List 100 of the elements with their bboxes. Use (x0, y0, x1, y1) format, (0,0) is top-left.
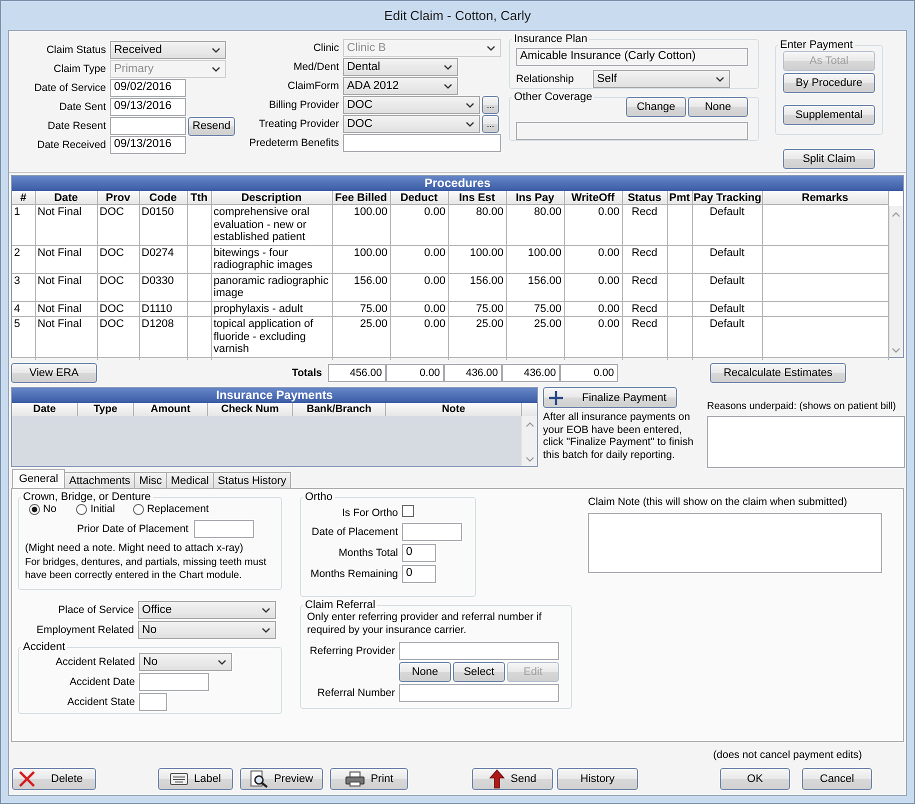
table-cell: 1 (14, 206, 20, 218)
table-cell: prophylaxis - adult (214, 302, 303, 314)
note-text: (Might need a note. Might need to attach x-ray) (25, 542, 244, 554)
group-title: Enter Payment (779, 39, 854, 51)
text-field[interactable]: 09/02/2016 (110, 79, 186, 97)
table-cell: 0.00 (424, 274, 446, 286)
total-field: 436.00 (502, 364, 560, 382)
referring-provider-field[interactable] (399, 642, 559, 660)
column-header[interactable]: # (12, 191, 35, 204)
resend-button[interactable]: Resend (188, 116, 235, 136)
table-cell: 80.00 (534, 206, 562, 218)
tab[interactable]: Status History (212, 472, 292, 488)
column-header[interactable]: Tth (187, 191, 211, 204)
tab[interactable]: General (12, 469, 66, 488)
date-field[interactable] (194, 520, 254, 538)
text-field[interactable] (402, 523, 462, 541)
column-header[interactable]: Pmt (667, 191, 692, 204)
dropdown[interactable]: DOC (343, 115, 480, 133)
browse-button[interactable]: ... (482, 96, 499, 114)
reasons-text-area[interactable] (707, 416, 905, 468)
footer-button[interactable]: Delete (12, 768, 96, 790)
table-cell: 0.00 (424, 206, 446, 218)
column-header[interactable]: Fee Billed (332, 191, 390, 204)
radio-button[interactable] (29, 504, 40, 514)
column-header[interactable]: Prov (97, 191, 139, 204)
radio-button[interactable] (76, 504, 88, 514)
table-cell: DOC (100, 246, 124, 258)
state-field[interactable] (139, 693, 167, 711)
recalculate-button[interactable]: Recalculate Estimates (710, 363, 846, 383)
referral-button[interactable]: None (399, 662, 451, 682)
payment-button[interactable]: By Procedure (783, 73, 875, 93)
option-label: No (43, 503, 56, 515)
text-field[interactable]: 09/13/2016 (110, 98, 186, 116)
table-cell: Not Final (38, 302, 82, 314)
table-cell: 100.00 (354, 206, 388, 218)
coverage-button[interactable]: Change (626, 97, 686, 117)
tab[interactable]: Medical (166, 472, 214, 488)
column-header[interactable]: Deduct (390, 191, 448, 204)
coverage-button[interactable]: None (688, 97, 748, 117)
option-label: Replacement (146, 503, 209, 515)
column-header[interactable]: Ins Pay (506, 191, 564, 204)
x-icon (17, 769, 37, 789)
column-header[interactable]: Status (622, 191, 667, 204)
dropdown[interactable]: No (139, 653, 232, 671)
chevron-down-icon (218, 660, 226, 664)
field-label: Billing Provider (268, 99, 340, 111)
split-claim-button[interactable]: Split Claim (783, 149, 875, 169)
table-cell: Default (710, 302, 744, 314)
footer-button[interactable]: Send (472, 768, 553, 790)
field-label: Med/Dent (292, 61, 340, 73)
view-era-button[interactable]: View ERA (11, 363, 97, 383)
dropdown[interactable]: No (138, 621, 276, 639)
scrollbar[interactable] (888, 206, 903, 357)
text-field[interactable]: 09/13/2016 (110, 136, 186, 154)
column-header[interactable]: WriteOff (564, 191, 622, 204)
table-cell: Not Final (38, 206, 82, 218)
table-cell: 0.00 (598, 246, 620, 258)
footer-button[interactable]: Print (330, 768, 408, 790)
text-field[interactable] (343, 134, 501, 152)
table-cell: 156.00 (528, 274, 562, 286)
field-label: ClaimForm (286, 80, 340, 92)
finalize-payment-button[interactable]: Finalize Payment (543, 387, 677, 408)
payment-button[interactable]: Supplemental (783, 105, 875, 125)
date-field[interactable] (139, 673, 209, 691)
column-header[interactable]: Ins Est (448, 191, 506, 204)
column-header[interactable]: Pay Tracking (692, 191, 762, 204)
table-cell: Default (710, 206, 744, 218)
chevron-down-icon (716, 76, 724, 82)
tab[interactable]: Attachments (64, 472, 136, 488)
table-cell: 0.00 (598, 302, 620, 314)
text-field[interactable]: 0 (402, 565, 436, 583)
column-header[interactable]: Date (35, 191, 97, 204)
column-header[interactable]: Code (139, 191, 187, 204)
footer-button[interactable]: Preview (240, 768, 323, 790)
footer-button[interactable]: OK (720, 768, 790, 790)
dropdown[interactable]: Office (138, 601, 276, 619)
dropdown[interactable]: DOC (343, 96, 480, 114)
dropdown[interactable]: Dental (343, 58, 458, 76)
table-cell: 0.00 (598, 206, 620, 218)
checkbox[interactable] (402, 505, 414, 517)
table-cell: 0.00 (424, 302, 446, 314)
column-header[interactable]: Remarks (762, 191, 888, 204)
relationship-dropdown[interactable]: Self (593, 70, 730, 88)
referral-number-field[interactable] (399, 684, 559, 702)
column-header[interactable]: Description (211, 191, 332, 204)
text-field[interactable] (110, 117, 186, 135)
footer-button[interactable]: History (557, 768, 638, 790)
referral-button[interactable]: Select (453, 662, 505, 682)
footer-button[interactable]: Cancel (802, 768, 872, 790)
radio-button[interactable] (132, 504, 144, 514)
dropdown[interactable]: Received (110, 41, 226, 59)
tab[interactable]: Misc (134, 472, 167, 488)
dropdown[interactable]: ADA 2012 (343, 77, 458, 95)
text-field[interactable]: 0 (402, 544, 436, 562)
footer-button[interactable]: Label (158, 768, 233, 790)
scrollbar[interactable] (521, 416, 537, 466)
table-cell: 75.00 (476, 302, 504, 314)
browse-button[interactable]: ... (482, 115, 499, 133)
chevron-down-icon (444, 84, 452, 88)
claim-note-text-area[interactable] (588, 513, 882, 573)
